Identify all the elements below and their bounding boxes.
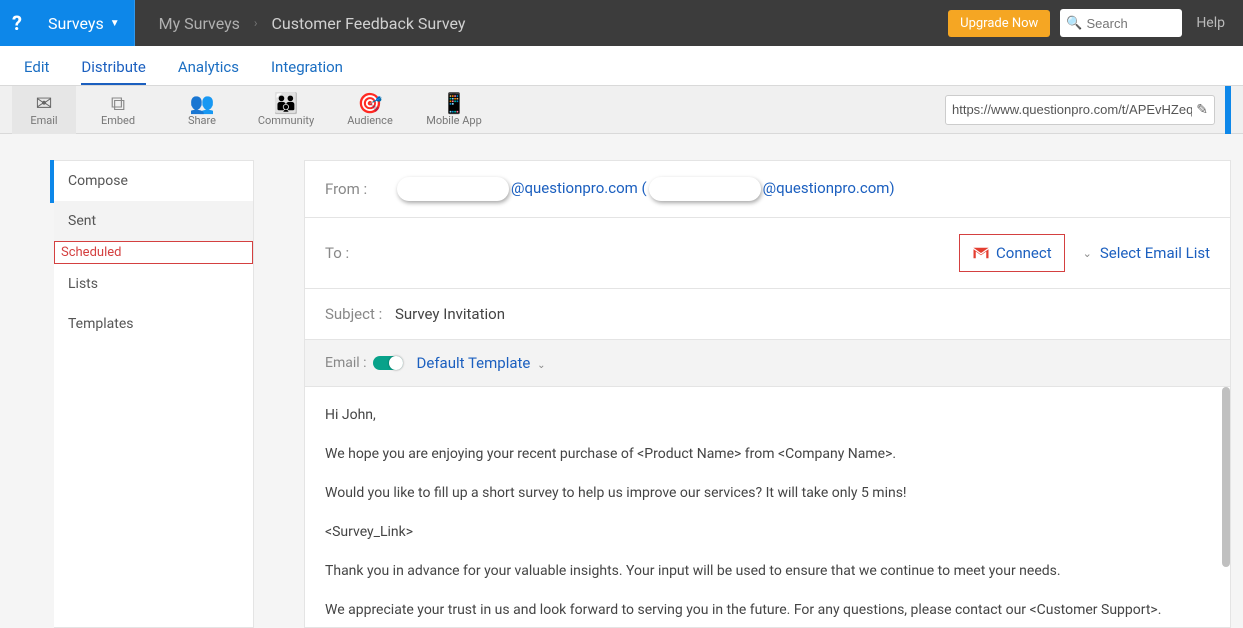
- subnav-distribute[interactable]: Distribute: [81, 48, 145, 85]
- email-label: Email :: [325, 355, 367, 371]
- right-accent-bar: [1225, 86, 1231, 134]
- body-line: <Survey_Link>: [325, 522, 1210, 543]
- redacted-from-name: [397, 177, 509, 201]
- surveys-label: Surveys: [48, 14, 104, 33]
- tool-share-label: Share: [160, 114, 244, 127]
- top-bar: ? Surveys ▼ My Surveys › Customer Feedba…: [0, 0, 1243, 46]
- gmail-icon: [972, 246, 990, 260]
- tool-audience-label: Audience: [328, 114, 412, 127]
- sidebar-scheduled[interactable]: Scheduled: [55, 242, 252, 263]
- audience-icon: 🎯: [328, 92, 412, 114]
- community-icon: 👪: [244, 92, 328, 114]
- body-line: Would you like to fill up a short survey…: [325, 483, 1210, 504]
- edit-url-icon[interactable]: ✎: [1196, 102, 1208, 118]
- subject-label: Subject :: [325, 305, 395, 323]
- email-icon: ✉: [12, 92, 76, 114]
- crumb-my-surveys[interactable]: My Surveys: [159, 14, 240, 33]
- subnav-analytics[interactable]: Analytics: [162, 48, 255, 85]
- subject-value[interactable]: Survey Invitation: [395, 305, 505, 323]
- surveys-dropdown[interactable]: Surveys ▼: [34, 0, 135, 46]
- template-dropdown[interactable]: Default Template ⌄: [417, 354, 546, 372]
- tool-embed[interactable]: ⧉ Embed: [76, 92, 160, 127]
- share-icon: 👥: [160, 92, 244, 114]
- search-icon: 🔍: [1066, 16, 1082, 31]
- tool-email[interactable]: ✉ Email: [12, 86, 76, 134]
- tool-embed-label: Embed: [76, 114, 160, 127]
- search-input-wrap[interactable]: 🔍: [1060, 9, 1182, 37]
- sidebar-templates[interactable]: Templates: [54, 304, 253, 344]
- tool-email-label: Email: [12, 114, 76, 127]
- select-list-label: Select Email List: [1100, 244, 1210, 262]
- tool-audience[interactable]: 🎯 Audience: [328, 92, 412, 127]
- from-label: From :: [325, 180, 395, 198]
- tool-mobile-label: Mobile App: [412, 114, 496, 127]
- to-row: To : Connect ⌄ Select Email List: [305, 218, 1230, 289]
- upgrade-button[interactable]: Upgrade Now: [948, 10, 1050, 37]
- sidebar-sent[interactable]: Sent: [54, 201, 253, 241]
- from-value: @questionpro.com ( @questionpro.com): [395, 177, 895, 201]
- logo-icon[interactable]: ?: [0, 0, 34, 46]
- body-line: Hi John,: [325, 405, 1210, 426]
- search-input[interactable]: [1087, 16, 1177, 31]
- redacted-from-email: [649, 177, 761, 201]
- crumb-sep: ›: [254, 16, 258, 30]
- body-line: We appreciate your trust in us and look …: [325, 600, 1210, 621]
- subnav-edit[interactable]: Edit: [8, 48, 65, 85]
- chevron-down-icon: ⌄: [1083, 247, 1092, 260]
- email-sidebar: Compose Sent Scheduled Lists Templates: [54, 160, 254, 628]
- crumb-survey-name: Customer Feedback Survey: [272, 14, 466, 33]
- embed-icon: ⧉: [76, 92, 160, 114]
- template-toggle[interactable]: [373, 356, 403, 370]
- tool-community[interactable]: 👪 Community: [244, 92, 328, 127]
- sidebar-scheduled-highlight: Scheduled: [54, 241, 253, 264]
- body-line: We hope you are enjoying your recent pur…: [325, 444, 1210, 465]
- subject-row: Subject : Survey Invitation: [305, 289, 1230, 340]
- subnav-integration[interactable]: Integration: [255, 48, 359, 85]
- email-template-row: Email : Default Template ⌄: [305, 340, 1230, 387]
- body-scrollbar[interactable]: [1222, 387, 1230, 627]
- body-line: Thank you in advance for your valuable i…: [325, 561, 1210, 582]
- tool-mobile[interactable]: 📱 Mobile App: [412, 92, 496, 127]
- email-body-editor[interactable]: Hi John, We hope you are enjoying your r…: [305, 387, 1230, 627]
- from-domain2: @questionpro.com): [763, 179, 895, 197]
- compose-panel: From : @questionpro.com (@questionpro.co…: [304, 160, 1231, 628]
- select-email-list[interactable]: ⌄ Select Email List: [1083, 244, 1210, 262]
- survey-url-input[interactable]: [952, 102, 1192, 117]
- survey-url-box[interactable]: ✎: [945, 95, 1215, 125]
- distribute-toolbar: ✉ Email ⧉ Embed 👥 Share 👪 Community 🎯 Au…: [0, 86, 1243, 134]
- sidebar-compose[interactable]: Compose: [54, 161, 253, 201]
- gmail-connect-button[interactable]: Connect: [959, 234, 1065, 272]
- from-domain1: @questionpro.com (: [511, 179, 647, 197]
- chevron-down-icon: ⌄: [537, 360, 545, 371]
- chevron-down-icon: ▼: [110, 18, 120, 29]
- template-name: Default Template: [417, 354, 531, 372]
- tool-share[interactable]: 👥 Share: [160, 92, 244, 127]
- tool-community-label: Community: [244, 114, 328, 127]
- breadcrumb: My Surveys › Customer Feedback Survey: [159, 14, 948, 33]
- from-row: From : @questionpro.com (@questionpro.co…: [305, 161, 1230, 218]
- sidebar-lists[interactable]: Lists: [54, 264, 253, 304]
- help-link[interactable]: Help: [1196, 15, 1225, 31]
- main-area: Compose Sent Scheduled Lists Templates F…: [0, 134, 1243, 628]
- scrollbar-thumb[interactable]: [1222, 387, 1230, 567]
- sub-nav: Edit Distribute Analytics Integration: [0, 46, 1243, 86]
- mobile-icon: 📱: [412, 92, 496, 114]
- gmail-connect-label: Connect: [996, 244, 1052, 262]
- to-label: To :: [325, 244, 395, 262]
